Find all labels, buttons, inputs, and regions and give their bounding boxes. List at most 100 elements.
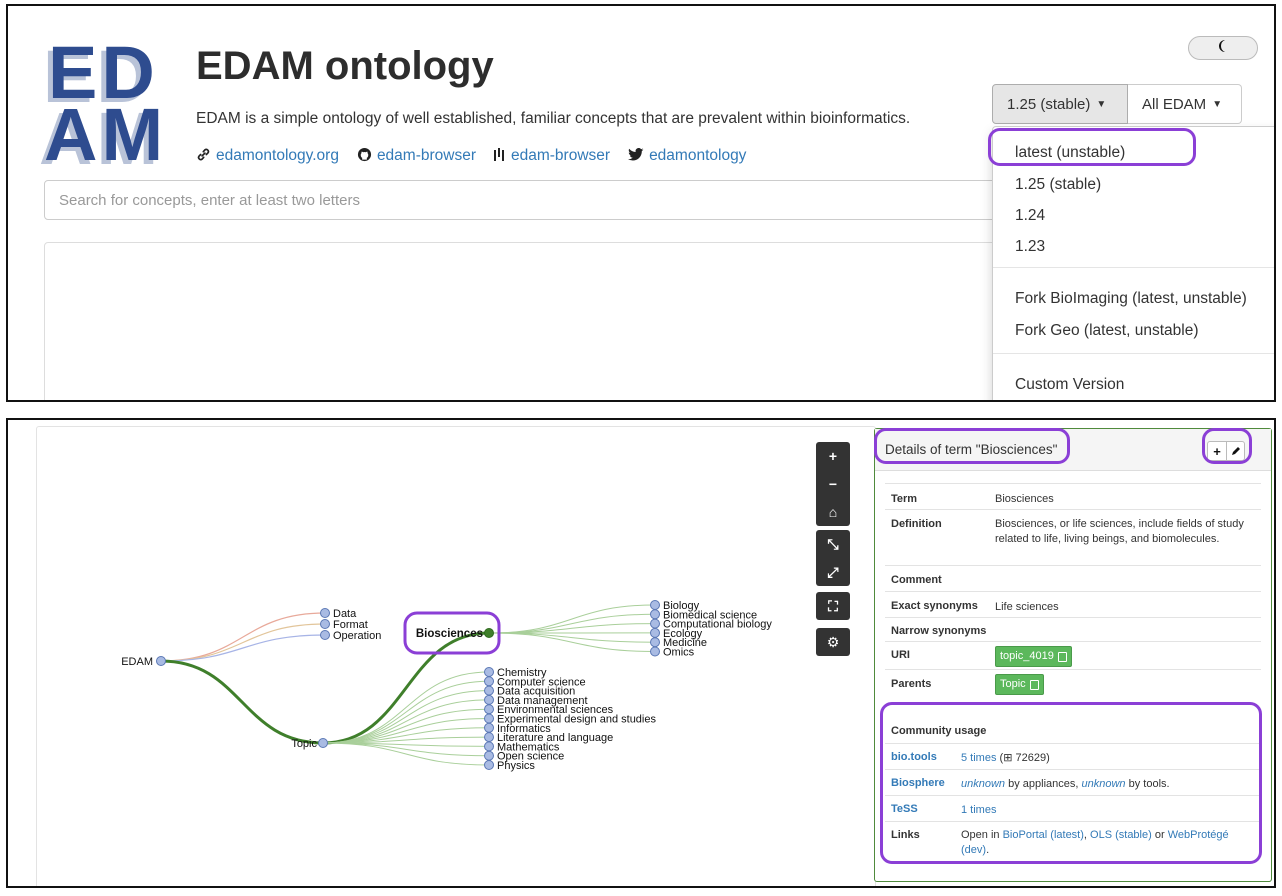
version-selected: 1.25 (stable)	[1007, 95, 1091, 113]
tree-node[interactable]	[484, 694, 494, 705]
tess-link[interactable]: TeSS	[891, 803, 918, 815]
ols-link[interactable]: OLS (stable)	[1090, 829, 1152, 841]
row-biotools: bio.tools 5 times (⊞ 72629)	[885, 743, 1261, 769]
tree-node[interactable]	[484, 667, 494, 677]
parents-value: Topic	[995, 674, 1245, 695]
tree-node-edam[interactable]	[156, 656, 166, 666]
scope-dropdown-button[interactable]: All EDAM ▼	[1128, 84, 1242, 124]
home-icon[interactable]: ⌂	[816, 498, 850, 526]
scope-selected: All EDAM	[1142, 95, 1207, 113]
term-details-panel: Details of term "Biosciences" + Term Bio…	[874, 428, 1272, 882]
bioportal-link[interactable]: BioPortal (latest)	[1003, 829, 1084, 841]
tree-node[interactable]	[484, 760, 494, 770]
details-actions: +	[1207, 441, 1245, 461]
links-or: or	[1154, 829, 1165, 841]
tree-node[interactable]	[650, 646, 660, 657]
term-key: Term	[891, 493, 918, 505]
menu-item-1-24[interactable]: 1.24	[993, 206, 1274, 226]
biosphere-unknown-tools[interactable]: unknown	[1082, 778, 1126, 790]
uri-badge[interactable]: topic_4019	[995, 646, 1072, 667]
tree-edge	[488, 632, 656, 643]
narrow-synonyms-key: Narrow synonyms	[891, 625, 987, 637]
fullscreen-toolbar: ⛶	[816, 592, 850, 620]
version-selector: 1.25 (stable) ▼ All EDAM ▼	[992, 84, 1242, 124]
tree-edge	[322, 671, 490, 744]
biotools-link[interactable]: bio.tools	[891, 751, 937, 763]
search-input[interactable]	[44, 180, 1044, 220]
bottom-panel: EDAM Data Format Operation Topic Biosciences C…	[6, 418, 1276, 888]
menu-item-latest[interactable]: latest (unstable)	[993, 143, 1274, 163]
tree-node[interactable]	[484, 685, 494, 696]
collapse-icon[interactable]: ⤡	[816, 530, 850, 558]
tree-node[interactable]	[650, 618, 660, 629]
edit-icon[interactable]	[1226, 442, 1244, 460]
zoom-in-button[interactable]: +	[816, 442, 850, 470]
menu-item-fork-geo[interactable]: Fork Geo (latest, unstable)	[993, 321, 1274, 341]
plus-square-icon: ⊞	[1003, 752, 1013, 764]
tree-node[interactable]	[650, 627, 660, 638]
link-twitter[interactable]: edamontology	[628, 147, 746, 165]
tree-node[interactable]	[484, 741, 494, 752]
row-parents: Parents Topic	[885, 669, 1261, 709]
biosphere-link[interactable]: Biosphere	[891, 777, 945, 789]
copy-icon[interactable]	[1057, 651, 1067, 662]
collapse-toolbar: ⤡ ⤢	[816, 530, 850, 586]
tree-node[interactable]	[650, 609, 660, 620]
link-label: edamontology.org	[216, 147, 339, 164]
top-panel: ED AM EDAM ontology EDAM is a simple ont…	[6, 4, 1276, 402]
tree-view[interactable]: EDAM Data Format Operation Topic Biosciences C…	[36, 426, 877, 888]
tree-node-biosciences[interactable]	[484, 628, 494, 638]
tree-node[interactable]	[320, 630, 330, 640]
tree-edge	[322, 699, 490, 744]
tree-node[interactable]	[650, 600, 660, 610]
parent-text: Topic	[1000, 678, 1026, 690]
tree-node[interactable]	[650, 637, 660, 648]
uri-text: topic_4019	[1000, 650, 1054, 662]
menu-item-fork-bioimaging[interactable]: Fork BioImaging (latest, unstable)	[993, 289, 1274, 309]
zoom-out-button[interactable]: −	[816, 470, 850, 498]
community-heading: Community usage	[891, 725, 987, 737]
menu-item-1-23[interactable]: 1.23	[993, 237, 1274, 257]
tree-node[interactable]	[484, 713, 494, 724]
copy-icon[interactable]	[1029, 679, 1039, 690]
tree-node[interactable]	[320, 608, 330, 618]
tree-edge	[160, 623, 326, 662]
row-community-heading: Community usage	[885, 719, 1261, 743]
menu-item-custom-version[interactable]: Custom Version	[993, 375, 1274, 395]
tree-node[interactable]	[484, 722, 494, 733]
tree-node[interactable]	[484, 750, 494, 761]
edam-logo[interactable]: ED AM	[38, 28, 168, 178]
link-bars[interactable]: edam-browser	[494, 147, 610, 165]
tree-label-biosciences: Biosciences	[416, 628, 483, 640]
version-dropdown-button[interactable]: 1.25 (stable) ▼	[992, 84, 1128, 124]
tree-node[interactable]	[484, 676, 494, 687]
tess-times-link[interactable]: 1 times	[961, 804, 996, 816]
link-edamontology-org[interactable]: edamontology.org	[196, 147, 339, 165]
settings-icon[interactable]: ⚙	[816, 628, 850, 656]
row-comment: Comment	[885, 565, 1261, 591]
row-tess: TeSS 1 times	[885, 795, 1261, 821]
links-prefix: Open in	[961, 829, 1000, 841]
exact-synonyms-value: Life sciences	[995, 601, 1059, 613]
menu-item-1-25[interactable]: 1.25 (stable)	[993, 175, 1274, 195]
tree-node[interactable]	[320, 619, 330, 629]
biosphere-mid-text: by appliances,	[1008, 778, 1079, 790]
expand-icon[interactable]: ⤢	[816, 558, 850, 586]
link-github[interactable]: edam-browser	[357, 147, 476, 165]
uri-key: URI	[891, 649, 910, 661]
tree-node[interactable]	[484, 704, 494, 715]
term-value: Biosciences	[995, 493, 1054, 505]
fullscreen-icon[interactable]: ⛶	[816, 592, 850, 620]
theme-toggle[interactable]	[1188, 36, 1258, 60]
biotools-total: 72629)	[1015, 752, 1050, 764]
row-uri: URI topic_4019	[885, 641, 1261, 669]
links-value: Open in BioPortal (latest), OLS (stable)…	[961, 828, 1241, 858]
tree-node-topic[interactable]	[318, 738, 328, 748]
biotools-times-link[interactable]: 5 times	[961, 752, 996, 764]
parent-badge[interactable]: Topic	[995, 674, 1044, 695]
add-icon[interactable]: +	[1208, 442, 1226, 460]
external-links: edamontology.org edam-browser edam-brows…	[196, 147, 746, 165]
biosphere-unknown-appliances[interactable]: unknown	[961, 778, 1005, 790]
tree-node[interactable]	[484, 732, 494, 743]
ontology-tree[interactable]: EDAMDataFormatOperationTopicBiosciencesC…	[37, 427, 877, 888]
